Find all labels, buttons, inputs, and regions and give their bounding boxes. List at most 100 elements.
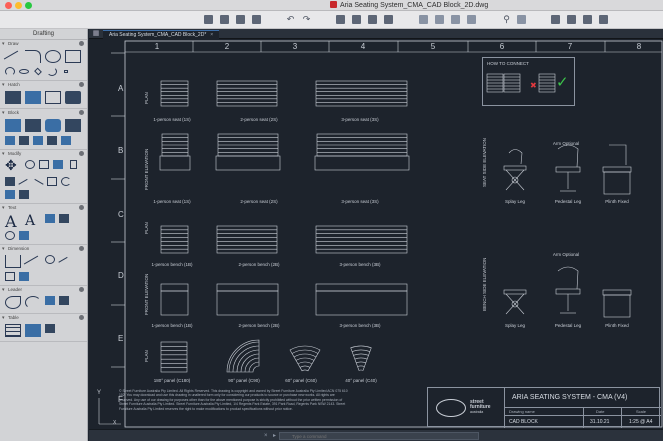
section-header-text[interactable]: Text: [0, 204, 87, 212]
publish-icon[interactable]: [368, 15, 377, 24]
gear-icon[interactable]: [79, 110, 84, 115]
properties-icon[interactable]: [435, 15, 444, 24]
polyline-tool-icon[interactable]: [24, 49, 42, 64]
table-tool-icon[interactable]: [4, 323, 22, 338]
offset-tool-icon[interactable]: [46, 176, 58, 187]
find-text-icon[interactable]: [4, 230, 16, 241]
multileader-icon[interactable]: [4, 295, 22, 310]
gear-icon[interactable]: [79, 287, 84, 292]
model-canvas[interactable]: 1 2 3 4 5 6 7 8 A B C D E F PLAN FRONT E…: [89, 40, 663, 429]
section-header-modify[interactable]: Modify: [0, 150, 87, 158]
spline-tool-icon[interactable]: [46, 66, 58, 77]
rotate-tool-icon[interactable]: [24, 159, 36, 170]
gear-icon[interactable]: [79, 315, 84, 320]
circle-tool-icon[interactable]: [44, 49, 62, 64]
match-properties-icon[interactable]: [551, 15, 560, 24]
gradient-tool-icon[interactable]: [24, 90, 42, 105]
zoom-icon[interactable]: ⚲: [501, 15, 512, 24]
fillet-tool-icon[interactable]: [60, 176, 72, 187]
section-header-draw[interactable]: Draw: [0, 40, 87, 48]
group-icon[interactable]: [32, 135, 44, 146]
gear-icon[interactable]: [79, 205, 84, 210]
export-icon[interactable]: [384, 15, 393, 24]
erase-tool-icon[interactable]: [18, 189, 30, 200]
ellipse-tool-icon[interactable]: [18, 66, 30, 77]
section-header-hatch[interactable]: Hatch: [0, 81, 87, 89]
attribute-edit-icon[interactable]: [60, 135, 72, 146]
copy-tool-icon[interactable]: [38, 159, 50, 170]
wblock-icon[interactable]: [18, 135, 30, 146]
design-center-icon[interactable]: [599, 15, 608, 24]
move-tool-icon[interactable]: ✥: [4, 159, 22, 174]
section-header-dimension[interactable]: Dimension: [0, 245, 87, 253]
command-history-icon[interactable]: ▸: [273, 432, 276, 440]
close-tab-icon[interactable]: ×: [210, 32, 213, 38]
command-input[interactable]: [279, 432, 479, 440]
grid-menu-icon[interactable]: ▦: [92, 30, 100, 38]
minimize-window-button[interactable]: [15, 2, 22, 9]
close-window-button[interactable]: [5, 2, 12, 9]
linear-dimension-icon[interactable]: [4, 254, 22, 269]
create-block-icon[interactable]: [24, 118, 42, 133]
remove-leader-icon[interactable]: [58, 295, 70, 306]
mirror-tool-icon[interactable]: [52, 159, 64, 170]
gear-icon[interactable]: [79, 82, 84, 87]
extend-tool-icon[interactable]: [32, 176, 44, 189]
text-style-icon[interactable]: [44, 213, 56, 224]
multiline-text-icon[interactable]: A: [4, 213, 22, 230]
new-file-icon[interactable]: [204, 15, 213, 24]
section-header-leader[interactable]: Leader: [0, 286, 87, 294]
edit-block-icon[interactable]: [44, 118, 62, 133]
ungroup-icon[interactable]: [46, 135, 58, 146]
ordinate-dimension-icon[interactable]: [4, 271, 16, 282]
gear-icon[interactable]: [79, 151, 84, 156]
plot-icon[interactable]: [352, 15, 361, 24]
layout-icon[interactable]: [467, 15, 476, 24]
save-as-icon[interactable]: [252, 15, 261, 24]
aligned-dimension-icon[interactable]: [23, 254, 43, 272]
save-icon[interactable]: [236, 15, 245, 24]
trim-tool-icon[interactable]: [18, 176, 30, 189]
redo-icon[interactable]: ↷: [301, 15, 312, 24]
sheet-set-icon[interactable]: [419, 15, 428, 24]
quick-select-icon[interactable]: [567, 15, 576, 24]
stretch-tool-icon[interactable]: [4, 176, 16, 187]
add-leader-icon[interactable]: [44, 295, 56, 306]
baseline-dimension-icon[interactable]: [18, 271, 30, 282]
scale-tool-icon[interactable]: [66, 159, 78, 170]
data-link-icon[interactable]: [44, 323, 56, 334]
pan-icon[interactable]: [517, 15, 526, 24]
layers-icon[interactable]: [451, 15, 460, 24]
section-header-block[interactable]: Block: [0, 109, 87, 117]
block-editor-icon[interactable]: [583, 15, 592, 24]
polygon-tool-icon[interactable]: [32, 66, 44, 77]
table-style-icon[interactable]: [24, 323, 42, 338]
zoom-window-button[interactable]: [25, 2, 32, 9]
region-tool-icon[interactable]: [64, 90, 82, 105]
gear-icon[interactable]: [79, 41, 84, 46]
spell-check-icon[interactable]: [58, 213, 70, 224]
boundary-tool-icon[interactable]: [44, 90, 62, 105]
point-tool-icon[interactable]: [60, 66, 72, 77]
print-icon[interactable]: [336, 15, 345, 24]
array-tool-icon[interactable]: [4, 189, 16, 200]
single-line-text-icon[interactable]: A: [24, 213, 42, 229]
close-command-line-icon[interactable]: ×: [264, 432, 268, 440]
section-header-table[interactable]: Table: [0, 314, 87, 322]
app-logo-icon: [330, 1, 337, 8]
arc-tool-icon[interactable]: [4, 66, 16, 77]
angular-dimension-icon[interactable]: [58, 254, 70, 267]
gear-icon[interactable]: [79, 246, 84, 251]
radius-dimension-icon[interactable]: [44, 254, 56, 265]
rectangle-tool-icon[interactable]: [64, 49, 82, 64]
open-folder-icon[interactable]: [220, 15, 229, 24]
hatch-tool-icon[interactable]: [4, 90, 22, 105]
xref-icon[interactable]: [4, 135, 16, 146]
undo-icon[interactable]: ↶: [285, 15, 296, 24]
leader-arc-icon[interactable]: [24, 295, 42, 310]
text-scale-icon[interactable]: [18, 230, 30, 241]
tab-aria-seating[interactable]: Aria Seating System_CMA_CAD Block_2D* ×: [103, 30, 220, 39]
insert-block-icon[interactable]: [4, 118, 22, 133]
line-tool-icon[interactable]: [3, 49, 23, 67]
block-attribute-icon[interactable]: [64, 118, 82, 133]
